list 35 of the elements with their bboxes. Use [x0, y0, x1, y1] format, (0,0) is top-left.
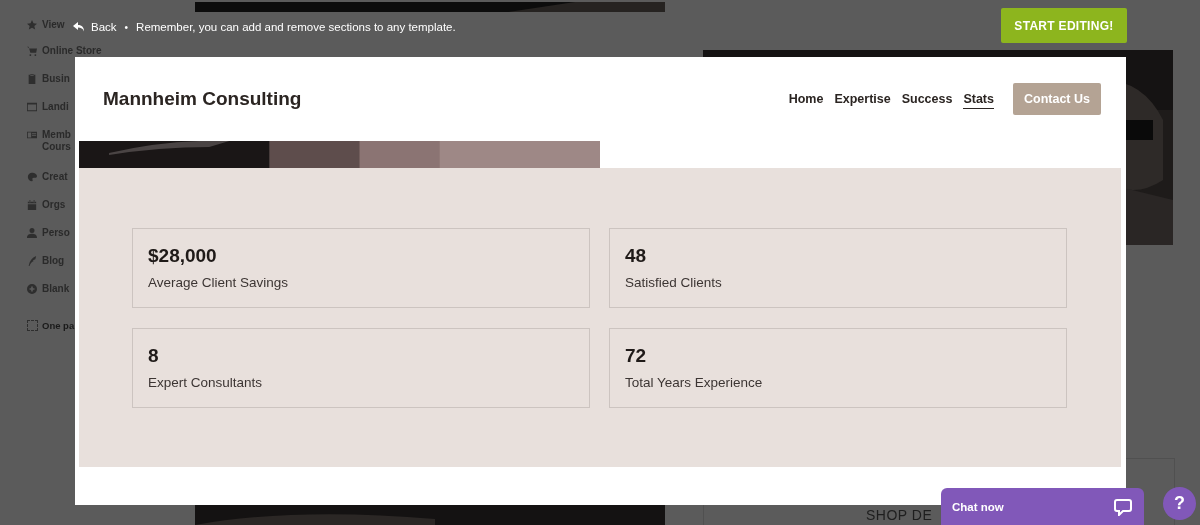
- back-arrow-icon: [73, 21, 85, 33]
- stat-label: Total Years Experience: [625, 375, 764, 390]
- cart-icon: [27, 46, 37, 56]
- stat-label: Expert Consultants: [148, 375, 264, 390]
- template-message: Remember, you can add and remove sections to any template.: [136, 21, 456, 33]
- nav-link[interactable]: Stats: [963, 89, 994, 109]
- separator-dot: •: [124, 21, 129, 33]
- stat-label: Average Client Savings: [148, 275, 290, 290]
- star-icon: [27, 20, 37, 30]
- help-button[interactable]: ?: [1163, 487, 1196, 520]
- contact-button[interactable]: Contact Us: [1013, 83, 1101, 115]
- stat-label: Satisfied Clients: [625, 275, 723, 290]
- quill-icon: [27, 256, 37, 266]
- nav-link[interactable]: Success: [901, 89, 953, 109]
- stat-value: 48: [625, 245, 648, 267]
- stat-value: 8: [148, 345, 160, 367]
- site-title: Mannheim Consulting: [103, 88, 302, 110]
- shop-heading: SHOP DE: [866, 507, 933, 523]
- stat-value: $28,000: [148, 245, 218, 267]
- start-editing-button[interactable]: START EDITING!: [1001, 8, 1127, 43]
- back-link[interactable]: Back: [91, 21, 117, 33]
- calendar-icon: [27, 200, 37, 210]
- person-icon: [27, 228, 37, 238]
- checkbox-label: One pa: [42, 319, 75, 331]
- chat-button[interactable]: Chat now: [941, 488, 1144, 525]
- palette-icon: [27, 172, 37, 182]
- checkbox[interactable]: [27, 319, 38, 331]
- window-icon: [27, 102, 37, 112]
- card-icon: [27, 130, 37, 140]
- stat-value: 72: [625, 345, 648, 367]
- nav-link[interactable]: Home: [788, 89, 824, 109]
- plus-icon: [27, 284, 37, 294]
- clipboard-icon: [27, 74, 37, 84]
- chat-bubble-icon: [1114, 497, 1132, 516]
- nav-link[interactable]: Expertise: [834, 89, 891, 109]
